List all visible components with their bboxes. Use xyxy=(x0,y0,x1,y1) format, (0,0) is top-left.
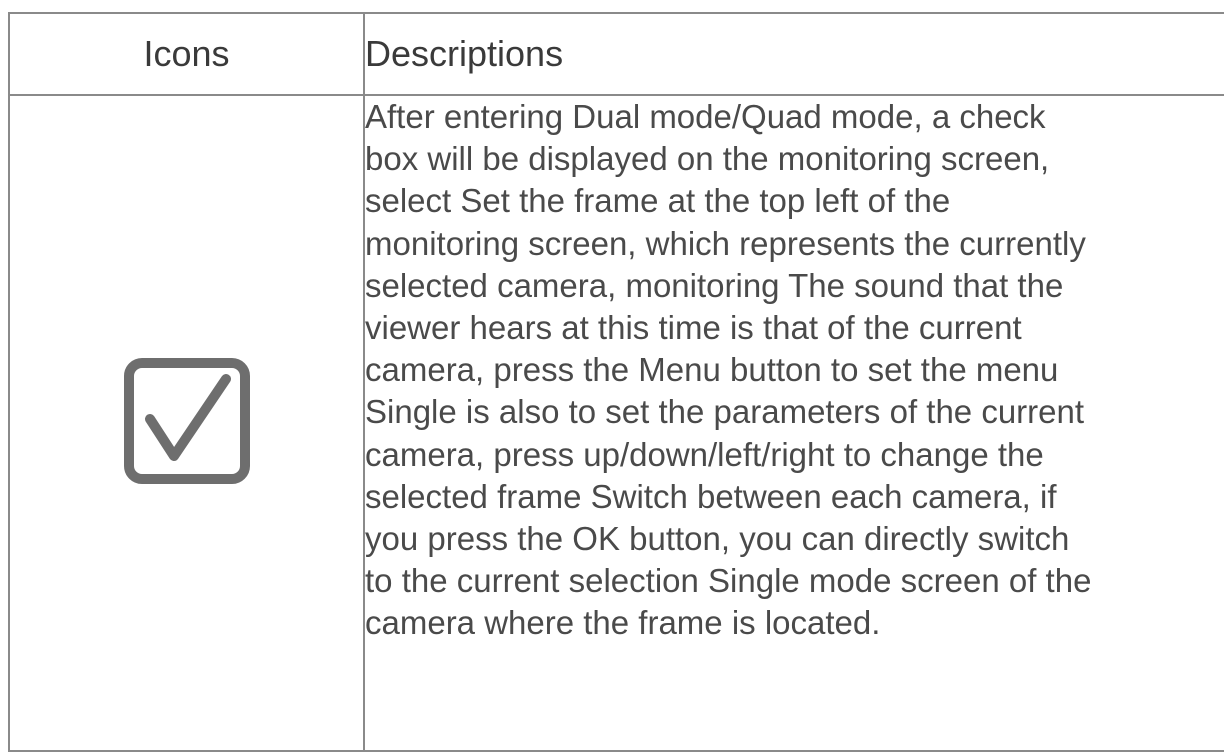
description-line: selected camera, monitoring The sound th… xyxy=(365,266,1064,304)
description-line: After entering Dual mode/Quad mode, a ch… xyxy=(365,98,1046,135)
description-line: you press the OK button, you can directl… xyxy=(365,520,1070,558)
icon-cell xyxy=(8,94,365,752)
description-cell: After entering Dual mode/Quad mode, a ch… xyxy=(363,94,1224,752)
table-row: After entering Dual mode/Quad mode, a ch… xyxy=(8,94,1224,752)
description-line: camera, press the Menu button to set the… xyxy=(365,351,1059,389)
description-line: select Set the frame at the top left of … xyxy=(365,182,951,220)
description-line: box will be displayed on the monitoring … xyxy=(365,140,1050,178)
description-line: camera, press up/down/left/right to chan… xyxy=(365,435,1044,473)
table-header-row: Icons Descriptions xyxy=(8,12,1224,96)
description-line: selected frame Switch between each camer… xyxy=(365,477,1057,515)
header-icons: Icons xyxy=(8,12,365,96)
description-line: camera where the frame is located. xyxy=(365,604,881,642)
icon-description-table: Icons Descriptions After entering Dual m… xyxy=(8,12,1224,752)
description-line: monitoring screen, which represents the … xyxy=(365,224,1086,262)
description-line: to the current selection Single mode scr… xyxy=(365,562,1092,600)
description-text: After entering Dual mode/Quad mode, a ch… xyxy=(365,96,1224,645)
description-line: viewer hears at this time is that of the… xyxy=(365,309,1022,347)
description-line: Single is also to set the parameters of … xyxy=(365,393,1085,431)
checked-checkbox-icon xyxy=(123,357,250,484)
header-descriptions: Descriptions xyxy=(363,12,1224,96)
